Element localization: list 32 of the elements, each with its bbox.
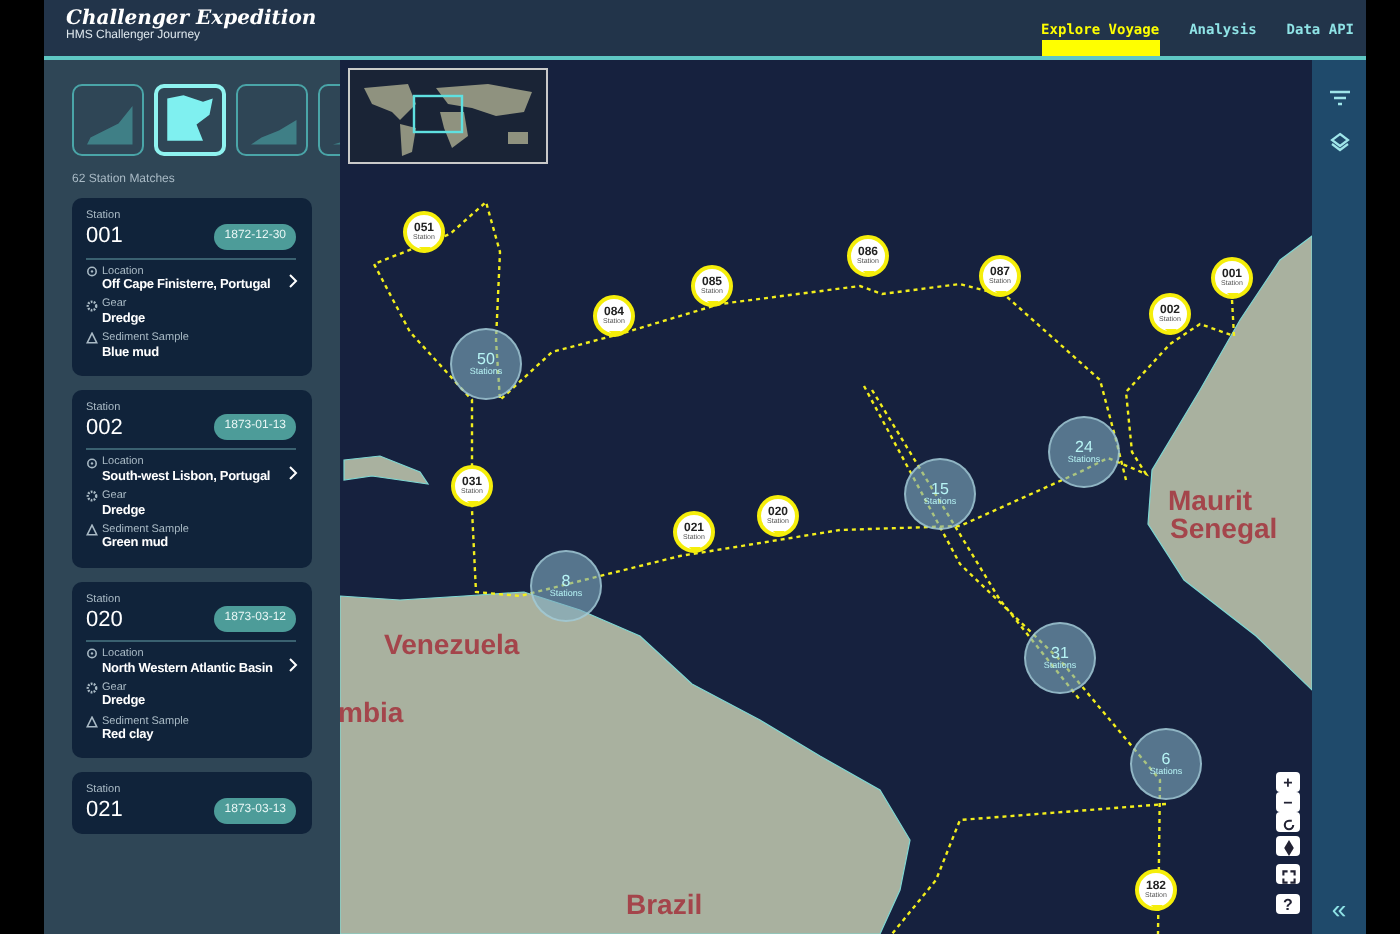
chevron-right-icon[interactable]: [288, 274, 298, 289]
location-pin-icon: [86, 648, 98, 661]
gear-icon: [86, 299, 98, 312]
chevron-right-icon[interactable]: [288, 657, 298, 672]
station-number: 001: [86, 224, 123, 249]
rotate-icon[interactable]: [1276, 812, 1300, 832]
chevron-right-icon[interactable]: [288, 466, 298, 481]
station-number: 021: [86, 798, 123, 823]
region-thumbnail[interactable]: [236, 84, 308, 156]
sample-icon: [86, 715, 98, 728]
country-label: Venezuela: [384, 630, 520, 658]
fullscreen-icon[interactable]: [1276, 864, 1300, 884]
country-label: mbia: [340, 698, 404, 726]
station-number: 002: [86, 415, 123, 440]
region-thumbnail[interactable]: [72, 84, 144, 156]
zoom-out-button[interactable]: −: [1276, 792, 1300, 812]
help-button[interactable]: ?: [1276, 894, 1300, 914]
minimap[interactable]: [348, 68, 548, 164]
zoom-in-button[interactable]: +: [1276, 772, 1300, 792]
collapse-button[interactable]: «: [1331, 896, 1347, 922]
app-title: Challenger Expedition: [66, 7, 317, 29]
station-number: 020: [86, 607, 123, 632]
country-label: Senegal: [1170, 514, 1278, 542]
location-pin-icon: [86, 265, 98, 278]
country-label: Maurit: [1168, 486, 1252, 514]
gear-icon: [86, 682, 98, 695]
sample-icon: [86, 332, 98, 345]
country-label: Brazil: [626, 890, 703, 918]
compass-icon[interactable]: [1276, 836, 1300, 856]
location-pin-icon: [86, 457, 98, 470]
gear-icon: [86, 490, 98, 503]
sample-icon: [86, 524, 98, 537]
